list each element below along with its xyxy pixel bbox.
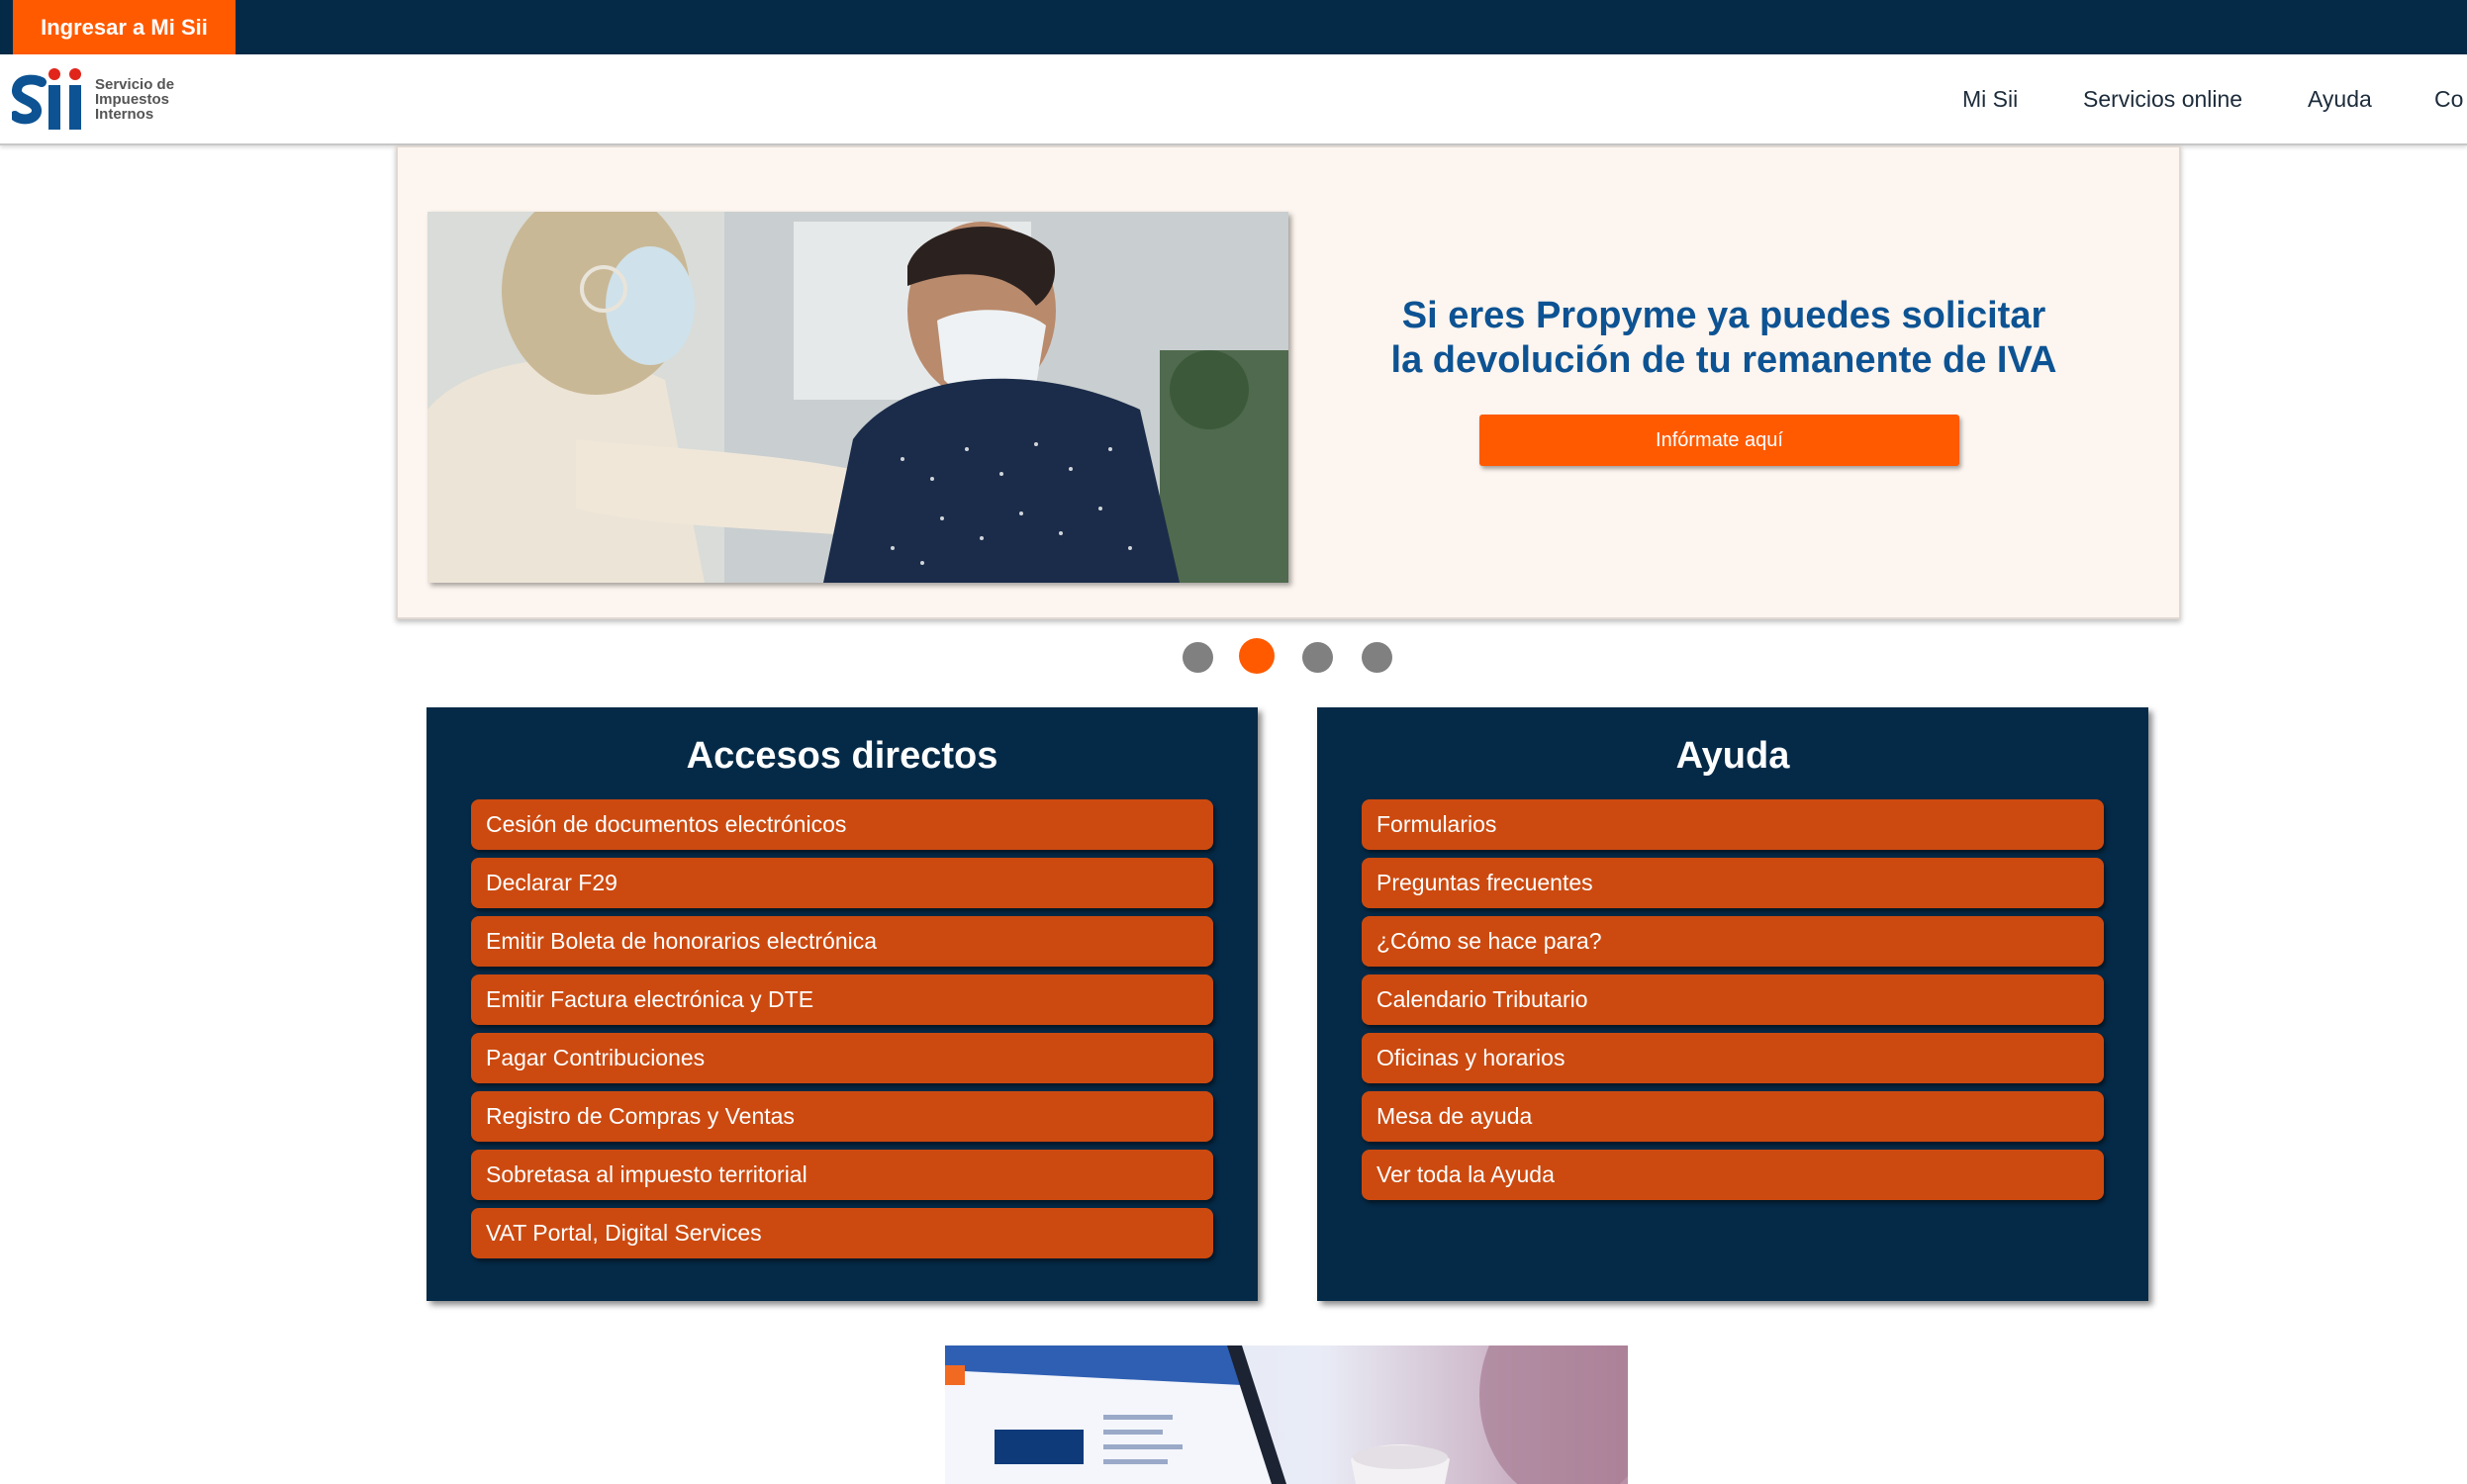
nav-contacto[interactable]: Co [2434, 86, 2463, 113]
top-bar: Ingresar a Mi Sii [0, 0, 2467, 54]
main-nav: Mi Sii Servicios online Ayuda Co [0, 54, 2467, 143]
carousel-dot-2[interactable] [1239, 638, 1275, 674]
header: Servicio de Impuestos Internos Mi Sii Se… [0, 54, 2467, 145]
carousel-dot-4[interactable] [1362, 642, 1392, 673]
accesos-directos-panel: Accesos directos Cesión de documentos el… [427, 707, 1258, 1301]
link-calendario-tributario[interactable]: Calendario Tributario [1362, 974, 2104, 1025]
link-sobretasa[interactable]: Sobretasa al impuesto territorial [471, 1150, 1213, 1200]
accesos-directos-title: Accesos directos [686, 735, 998, 777]
laptop-coffee-illustration [945, 1345, 1628, 1484]
nav-servicios-online[interactable]: Servicios online [2083, 86, 2242, 113]
link-ver-toda-ayuda[interactable]: Ver toda la Ayuda [1362, 1150, 2104, 1200]
link-registro-compras-ventas[interactable]: Registro de Compras y Ventas [471, 1091, 1213, 1142]
masks-greeting-illustration [427, 212, 1288, 583]
ayuda-title: Ayuda [1675, 735, 1790, 777]
nav-mi-sii[interactable]: Mi Sii [1962, 86, 2018, 113]
link-como-se-hace[interactable]: ¿Cómo se hace para? [1362, 916, 2104, 967]
hero-banner: Si eres Propyme ya puedes solicitar la d… [396, 145, 2181, 619]
link-mesa-ayuda[interactable]: Mesa de ayuda [1362, 1091, 2104, 1142]
ayuda-panel: Ayuda Formularios Preguntas frecuentes ¿… [1317, 707, 2148, 1301]
link-pagar-contribuciones[interactable]: Pagar Contribuciones [471, 1033, 1213, 1083]
nav-ayuda[interactable]: Ayuda [2308, 86, 2372, 113]
link-cesion-documentos[interactable]: Cesión de documentos electrónicos [471, 799, 1213, 850]
accesos-directos-list: Cesión de documentos electrónicos Declar… [471, 799, 1213, 1266]
carousel-dot-1[interactable] [1183, 642, 1213, 673]
link-vat-portal[interactable]: VAT Portal, Digital Services [471, 1208, 1213, 1258]
informate-aqui-button[interactable]: Infórmate aquí [1479, 415, 1959, 466]
link-declarar-f29[interactable]: Declarar F29 [471, 858, 1213, 908]
link-formularios[interactable]: Formularios [1362, 799, 2104, 850]
link-emitir-boleta-honorarios[interactable]: Emitir Boleta de honorarios electrónica [471, 916, 1213, 967]
banner-title: Si eres Propyme ya puedes solicitar la d… [1390, 295, 2057, 381]
bottom-promo-photo[interactable] [945, 1345, 1628, 1484]
login-mi-sii-button[interactable]: Ingresar a Mi Sii [13, 0, 236, 54]
banner-photo[interactable] [427, 212, 1288, 583]
link-oficinas-horarios[interactable]: Oficinas y horarios [1362, 1033, 2104, 1083]
ayuda-list: Formularios Preguntas frecuentes ¿Cómo s… [1362, 799, 2104, 1208]
link-emitir-factura[interactable]: Emitir Factura electrónica y DTE [471, 974, 1213, 1025]
carousel-dot-3[interactable] [1302, 642, 1333, 673]
link-preguntas-frecuentes[interactable]: Preguntas frecuentes [1362, 858, 2104, 908]
